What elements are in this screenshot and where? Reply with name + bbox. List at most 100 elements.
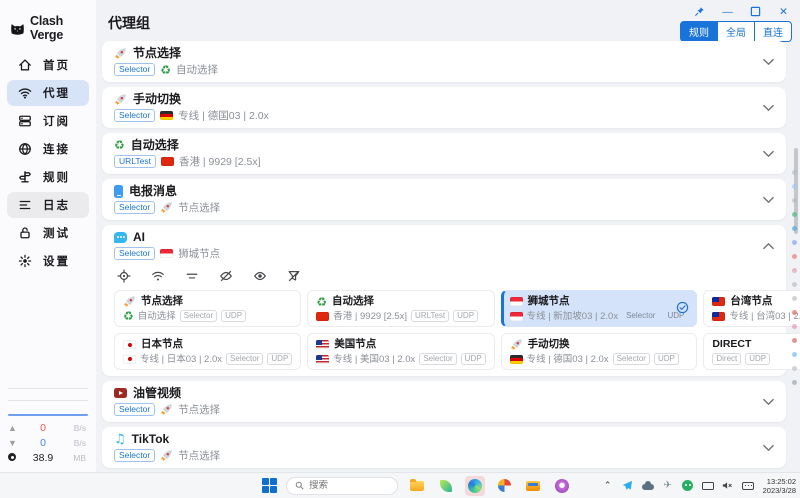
download-unit: B/s	[64, 438, 86, 448]
node-detail-row: 专线 | 德国03 | 2.0xSelectorUDP	[510, 353, 689, 365]
proxy-group[interactable]: 手动切换Selector专线 | 德国03 | 2.0x	[102, 87, 786, 128]
mail-app-icon[interactable]	[523, 476, 543, 496]
locate-icon[interactable]	[116, 268, 131, 283]
close-icon[interactable]: ✕	[777, 5, 790, 18]
group-type-badge: Selector	[114, 403, 155, 416]
sidebar-item-home[interactable]: 首页	[7, 52, 89, 78]
group-name: 电报消息	[129, 184, 177, 198]
taskbar-center	[262, 473, 572, 498]
keyboard-icon[interactable]	[741, 479, 755, 493]
sidebar-item-lock[interactable]: 测试	[7, 220, 89, 246]
proxy-group[interactable]: 油管视频Selector节点选择	[102, 381, 786, 422]
chevron-up-icon[interactable]	[763, 239, 774, 253]
lock-icon	[18, 226, 32, 240]
node-detail: 香港 | 9929 [2.5x]	[333, 311, 407, 322]
flag-de	[510, 355, 523, 364]
proxy-group[interactable]: 节点选择Selector♻自动选择	[102, 41, 786, 82]
group-name: 节点选择	[133, 46, 181, 60]
plane-icon[interactable]: ✈	[661, 479, 675, 493]
rules-icon	[17, 170, 32, 185]
flag-hk	[316, 312, 329, 321]
chevron-down-icon[interactable]	[763, 55, 774, 69]
chevron-down-icon[interactable]	[763, 193, 774, 207]
flag-sg	[510, 312, 523, 321]
volume-muted-icon[interactable]	[721, 479, 735, 493]
chevron-down-icon[interactable]	[763, 441, 774, 455]
group-type-badge: Selector	[114, 449, 155, 462]
chevron-down-icon[interactable]	[763, 101, 774, 115]
chevron-down-icon[interactable]	[763, 147, 774, 161]
node-title-row: 美国节点	[316, 338, 485, 351]
chevron-down-icon	[763, 398, 774, 406]
scrollbar-thumb[interactable]	[794, 148, 798, 234]
telegram-icon[interactable]	[621, 479, 635, 493]
search-icon	[295, 481, 304, 490]
outbound-mode-switch: 规则全局直连	[680, 21, 792, 42]
wifi-icon	[18, 86, 32, 100]
sidebar-item-gear[interactable]: 设置	[7, 248, 89, 274]
scroll-minimap	[789, 104, 800, 472]
recycle-icon: ♻	[114, 139, 125, 151]
proxy-node-card[interactable]: 日本节点专线 | 日本03 | 2.0xSelectorUDP	[114, 333, 301, 370]
sidebar-item-connections[interactable]: 连接	[7, 136, 89, 162]
node-title-row: ♻自动选择	[316, 295, 485, 308]
proxy-detail-icon[interactable]	[218, 268, 233, 283]
start-button-icon[interactable]	[262, 478, 277, 493]
sidebar-item-logs[interactable]: 日志	[7, 192, 89, 218]
sort-icon[interactable]	[184, 268, 199, 283]
chevron-down-icon	[763, 150, 774, 158]
chevron-down-icon	[763, 58, 774, 66]
node-title-row: 手动切换	[510, 338, 689, 351]
proxy-node-card[interactable]: 美国节点专线 | 美国03 | 2.0xSelectorUDP	[307, 333, 494, 370]
preview-icon[interactable]	[252, 268, 267, 283]
search-input[interactable]	[309, 480, 379, 491]
display-icon[interactable]	[701, 479, 715, 493]
proxy-group[interactable]: AISelector狮城节点节点选择♻自动选择SelectorUDP♻自动选择香…	[102, 225, 786, 376]
feather-app-icon[interactable]	[436, 476, 456, 496]
edge-browser-icon[interactable]	[465, 476, 485, 496]
minimap-dot	[792, 310, 797, 315]
proxy-node-card[interactable]: 手动切换专线 | 德国03 | 2.0xSelectorUDP	[501, 333, 698, 370]
pin-icon[interactable]	[693, 5, 706, 18]
proxy-node-card[interactable]: 狮城节点专线 | 新加坡03 | 2.0xSelectorUDP	[501, 290, 698, 327]
purple-app-icon[interactable]	[552, 476, 572, 496]
maximize-icon[interactable]	[749, 5, 762, 18]
node-detail: 专线 | 日本03 | 2.0x	[140, 354, 222, 365]
proxy-group[interactable]: ♫TikTokSelector节点选择	[102, 427, 786, 468]
mode-button-rule[interactable]: 规则	[680, 21, 718, 42]
sidebar-item-wifi[interactable]: 代理	[7, 80, 89, 106]
mode-button-direct[interactable]: 直连	[755, 21, 792, 42]
sidebar-item-profiles[interactable]: 订阅	[7, 108, 89, 134]
minimap-dot	[792, 324, 797, 329]
sidebar-item-rules[interactable]: 规则	[7, 164, 89, 190]
chevron-down-icon[interactable]	[763, 395, 774, 409]
bolt-app-icon[interactable]	[494, 476, 514, 496]
chevron-down-icon	[763, 196, 774, 204]
file-explorer-icon[interactable]	[407, 476, 427, 496]
node-name: 美国节点	[334, 338, 376, 351]
gear-icon	[18, 254, 32, 268]
delay-test-icon	[151, 269, 165, 283]
node-tag: Selector	[419, 353, 456, 365]
minimap-dot	[792, 352, 797, 357]
cloud-icon[interactable]	[641, 479, 655, 493]
delay-test-icon[interactable]	[150, 268, 165, 283]
mode-button-global[interactable]: 全局	[718, 21, 755, 42]
chevron-up-icon[interactable]: ⌃	[601, 479, 615, 493]
taskbar-search[interactable]	[286, 477, 398, 495]
proxy-node-card[interactable]: ♻自动选择香港 | 9929 [2.5x]URLTestUDP	[307, 290, 494, 327]
memory-value: 38.9	[22, 452, 64, 464]
flag-us	[316, 355, 329, 364]
proxy-node-card[interactable]: DIRECTDirectUDP	[703, 333, 800, 370]
proxy-group[interactable]: ♻自动选择URLTest香港 | 9929 [2.5x]	[102, 133, 786, 174]
proxy-node-card[interactable]: 台湾节点专线 | 台湾03 | 2.0xSelectorUDP	[703, 290, 800, 327]
filter-icon	[287, 269, 301, 283]
proxy-node-card[interactable]: 节点选择♻自动选择SelectorUDP	[114, 290, 301, 327]
proxy-group[interactable]: 电报消息Selector节点选择	[102, 179, 786, 220]
node-name: 日本节点	[141, 338, 183, 351]
filter-icon[interactable]	[286, 268, 301, 283]
wechat-icon[interactable]	[681, 479, 695, 493]
group-title-row: ♫TikTok	[114, 432, 774, 446]
taskbar-clock[interactable]: 13:25:02 2023/3/28	[761, 477, 796, 495]
minimize-icon[interactable]: —	[721, 5, 734, 18]
